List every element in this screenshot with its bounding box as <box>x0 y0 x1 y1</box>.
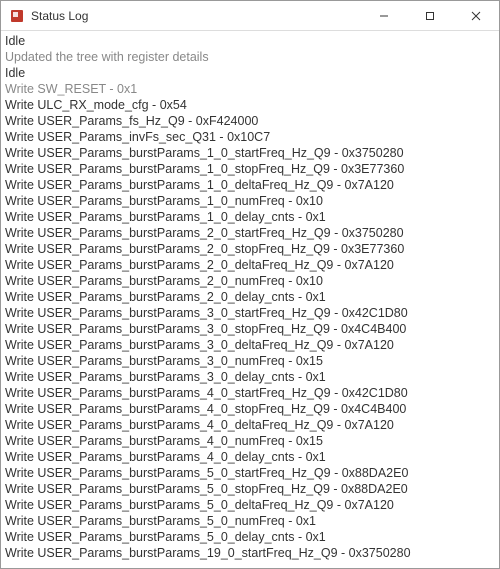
log-line: Write USER_Params_burstParams_3_0_deltaF… <box>5 337 495 353</box>
maximize-button[interactable] <box>407 1 453 30</box>
log-line: Write USER_Params_burstParams_1_0_stopFr… <box>5 161 495 177</box>
log-line: Write USER_Params_burstParams_5_0_delay_… <box>5 529 495 545</box>
app-icon <box>9 8 25 24</box>
log-line: Write USER_Params_burstParams_2_0_startF… <box>5 225 495 241</box>
close-button[interactable] <box>453 1 499 30</box>
minimize-button[interactable] <box>361 1 407 30</box>
titlebar[interactable]: Status Log <box>1 1 499 31</box>
log-line: Write USER_Params_burstParams_1_0_deltaF… <box>5 177 495 193</box>
log-line: Write USER_Params_burstParams_3_0_numFre… <box>5 353 495 369</box>
log-line: Write USER_Params_burstParams_2_0_numFre… <box>5 273 495 289</box>
log-line: Write USER_Params_burstParams_4_0_startF… <box>5 385 495 401</box>
status-log-window: Status Log IdleUpdated the tree with reg… <box>0 0 500 569</box>
log-line: Write USER_Params_burstParams_3_0_delay_… <box>5 369 495 385</box>
log-line: Write USER_Params_burstParams_1_0_startF… <box>5 145 495 161</box>
log-line: Write USER_Params_burstParams_19_0_start… <box>5 545 495 561</box>
log-line: Write USER_Params_burstParams_2_0_stopFr… <box>5 241 495 257</box>
log-line: Write USER_Params_burstParams_2_0_delay_… <box>5 289 495 305</box>
log-line: Write USER_Params_burstParams_4_0_deltaF… <box>5 417 495 433</box>
log-line: Write USER_Params_fs_Hz_Q9 - 0xF424000 <box>5 113 495 129</box>
log-line: Idle <box>5 33 495 49</box>
window-title: Status Log <box>31 9 361 23</box>
log-line: Write USER_Params_burstParams_5_0_deltaF… <box>5 497 495 513</box>
log-line: Write USER_Params_burstParams_4_0_stopFr… <box>5 401 495 417</box>
log-line: Write USER_Params_burstParams_5_0_startF… <box>5 465 495 481</box>
log-line: Write USER_Params_invFs_sec_Q31 - 0x10C7 <box>5 129 495 145</box>
log-line: Write USER_Params_burstParams_1_0_delay_… <box>5 209 495 225</box>
log-area[interactable]: IdleUpdated the tree with register detai… <box>1 31 499 568</box>
log-line: Write USER_Params_burstParams_2_0_deltaF… <box>5 257 495 273</box>
log-line: Write USER_Params_burstParams_5_0_stopFr… <box>5 481 495 497</box>
log-line: Write SW_RESET - 0x1 <box>5 81 495 97</box>
log-line: Write USER_Params_burstParams_1_0_numFre… <box>5 193 495 209</box>
log-line: Write USER_Params_burstParams_3_0_startF… <box>5 305 495 321</box>
log-line: Idle <box>5 65 495 81</box>
log-line: Write USER_Params_burstParams_5_0_numFre… <box>5 513 495 529</box>
log-line: Write USER_Params_burstParams_3_0_stopFr… <box>5 321 495 337</box>
log-line: Updated the tree with register details <box>5 49 495 65</box>
log-line: Write USER_Params_burstParams_4_0_numFre… <box>5 433 495 449</box>
log-line: Write USER_Params_burstParams_4_0_delay_… <box>5 449 495 465</box>
window-controls <box>361 1 499 30</box>
log-line: Write ULC_RX_mode_cfg - 0x54 <box>5 97 495 113</box>
